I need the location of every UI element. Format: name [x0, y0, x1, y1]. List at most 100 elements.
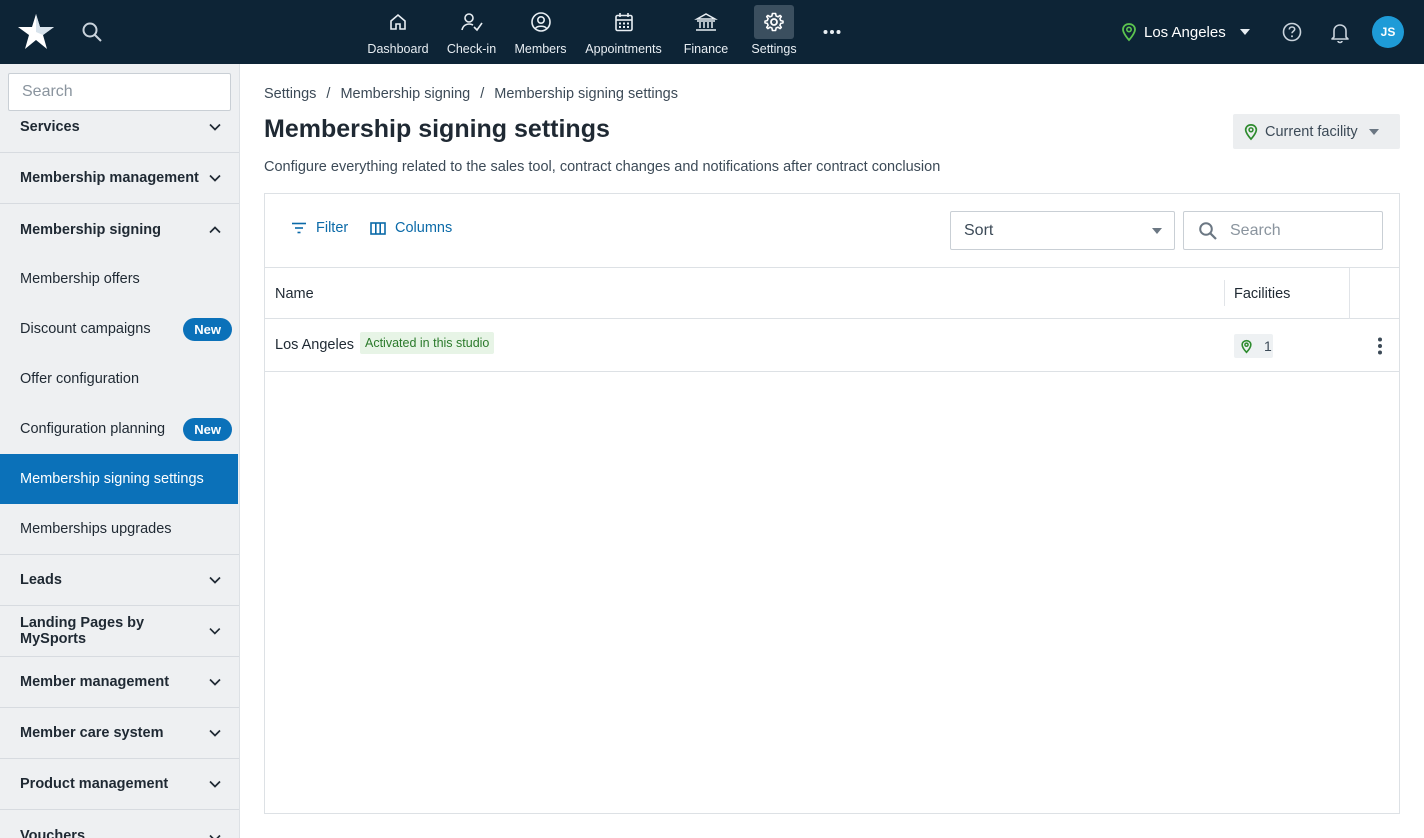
logo-star-icon[interactable] [16, 12, 56, 52]
chevron-up-icon [209, 225, 221, 233]
breadcrumb-separator: / [480, 86, 485, 102]
sidebar-item-label: Membership signing settings [20, 471, 204, 487]
caret-down-icon [1368, 128, 1379, 135]
current-facility-label: Current facility [1265, 123, 1358, 140]
filter-icon [292, 222, 306, 234]
sidebar-section-membership-signing[interactable]: Membership signing [0, 204, 239, 255]
sidebar-item-configuration-planning[interactable]: Configuration planning New [0, 404, 238, 454]
search-icon [1199, 221, 1217, 240]
sidebar-section-label: Member care system [20, 725, 164, 741]
sidebar-section-label: Vouchers [20, 828, 86, 838]
nav-check-in[interactable]: Check-in [434, 0, 509, 64]
sidebar-section-label: Product management [20, 776, 169, 792]
column-header-name[interactable]: Name [275, 286, 314, 302]
sidebar-item-label: Offer configuration [20, 371, 140, 387]
chevron-down-icon [209, 174, 221, 182]
nav-settings[interactable]: Settings [737, 0, 811, 64]
search-icon[interactable] [80, 20, 104, 44]
current-facility-dropdown[interactable]: Current facility [1233, 114, 1400, 149]
page-description: Configure everything related to the sale… [264, 159, 941, 175]
settings-sidebar: Search Services Membership management Me… [0, 64, 240, 838]
sort-dropdown[interactable]: Sort [950, 211, 1175, 250]
check-in-icon [460, 13, 483, 32]
sidebar-section-membership-management[interactable]: Membership management [0, 153, 239, 204]
more-menu-button[interactable] [811, 0, 853, 64]
sidebar-section-leads[interactable]: Leads [0, 555, 239, 606]
new-badge: New [183, 317, 232, 341]
sidebar-section-label: Membership management [20, 170, 199, 186]
table-search-placeholder: Search [1230, 221, 1281, 239]
sidebar-section-label: Leads [20, 572, 62, 588]
sidebar-item-label: Memberships upgrades [20, 521, 172, 537]
breadcrumb-current: Membership signing settings [494, 86, 678, 102]
page-title: Membership signing settings [264, 115, 610, 143]
user-circle-icon [530, 12, 551, 32]
caret-down-icon [1239, 29, 1250, 35]
sidebar-section-label: Membership signing [20, 221, 161, 238]
sidebar-section-services[interactable]: Services [0, 102, 239, 153]
location-selector[interactable]: Los Angeles [1120, 18, 1250, 46]
nav-finance[interactable]: Finance [675, 0, 737, 64]
nav-dashboard[interactable]: Dashboard [362, 0, 434, 64]
location-pin-icon [1122, 23, 1136, 42]
sidebar-item-memberships-upgrades[interactable]: Memberships upgrades [0, 504, 239, 555]
column-divider [1349, 268, 1350, 319]
sidebar-section-member-management[interactable]: Member management [0, 657, 239, 708]
sidebar-section-vouchers[interactable]: Vouchers [0, 810, 239, 838]
gear-icon [764, 12, 784, 32]
sidebar-section-landing-pages[interactable]: Landing Pages by MySports [0, 606, 239, 657]
sort-label: Sort [964, 221, 994, 239]
sidebar-section-member-care-system[interactable]: Member care system [0, 708, 239, 759]
user-avatar[interactable]: JS [1372, 16, 1404, 48]
row-name: Los Angeles [275, 337, 355, 353]
table-search-input[interactable]: Search [1183, 211, 1383, 250]
top-navigation-bar: Dashboard Check-in Members Appointments … [0, 0, 1424, 64]
nav-dashboard-label: Dashboard [367, 42, 429, 56]
chevron-down-icon [209, 678, 221, 686]
chevron-down-icon [209, 780, 221, 788]
chevron-down-icon [209, 123, 221, 131]
filter-button[interactable]: Filter [291, 220, 348, 236]
sidebar-section-label: Landing Pages by MySports [20, 615, 145, 647]
columns-button[interactable]: Columns [370, 220, 452, 236]
sidebar-item-label: Membership offers [20, 271, 140, 287]
help-icon[interactable] [1280, 20, 1304, 44]
facilities-count: 1 [1264, 338, 1272, 354]
nav-appointments[interactable]: Appointments [572, 0, 675, 64]
sidebar-item-membership-offers[interactable]: Membership offers [0, 254, 238, 304]
nav-members-label: Members [514, 42, 567, 56]
bell-icon[interactable] [1329, 20, 1351, 44]
new-badge: New [183, 417, 232, 441]
breadcrumb: Settings / Membership signing / Membersh… [264, 86, 678, 102]
home-icon [390, 13, 406, 30]
column-header-facilities[interactable]: Facilities [1234, 286, 1290, 302]
breadcrumb-membership-signing[interactable]: Membership signing [340, 86, 470, 102]
main-nav: Dashboard Check-in Members Appointments … [362, 0, 853, 64]
sidebar-item-discount-campaigns[interactable]: Discount campaigns New [0, 304, 238, 354]
nav-members[interactable]: Members [509, 0, 572, 64]
sidebar-section-label: Services [20, 119, 80, 135]
sidebar-item-label: Configuration planning [20, 421, 166, 437]
location-label: Los Angeles [1144, 23, 1226, 41]
location-pin-icon [1244, 123, 1258, 140]
sidebar-item-offer-configuration[interactable]: Offer configuration [0, 354, 238, 404]
bank-icon [694, 13, 718, 31]
more-vertical-icon[interactable] [1370, 336, 1390, 356]
chevron-down-icon [209, 834, 221, 838]
chevron-down-icon [209, 729, 221, 737]
column-divider [1224, 280, 1225, 306]
sidebar-section-product-management[interactable]: Product management [0, 759, 239, 810]
location-pin-icon [1241, 339, 1252, 353]
facilities-count-chip[interactable]: 1 [1234, 334, 1273, 358]
table-row[interactable]: Los Angeles Activated in this studio 1 [265, 319, 1399, 372]
settings-table-panel: Filter Columns Sort Search Name Faciliti… [264, 193, 1400, 814]
nav-settings-label: Settings [751, 42, 797, 56]
sidebar-item-membership-signing-settings[interactable]: Membership signing settings [0, 454, 238, 504]
sidebar-item-label: Discount campaigns [20, 321, 151, 337]
nav-finance-label: Finance [683, 42, 729, 56]
breadcrumb-settings[interactable]: Settings [264, 86, 316, 102]
status-badge: Activated in this studio [360, 332, 495, 354]
columns-icon [370, 221, 386, 235]
table-header: Name Facilities [265, 267, 1399, 319]
nav-appointments-label: Appointments [585, 42, 662, 56]
